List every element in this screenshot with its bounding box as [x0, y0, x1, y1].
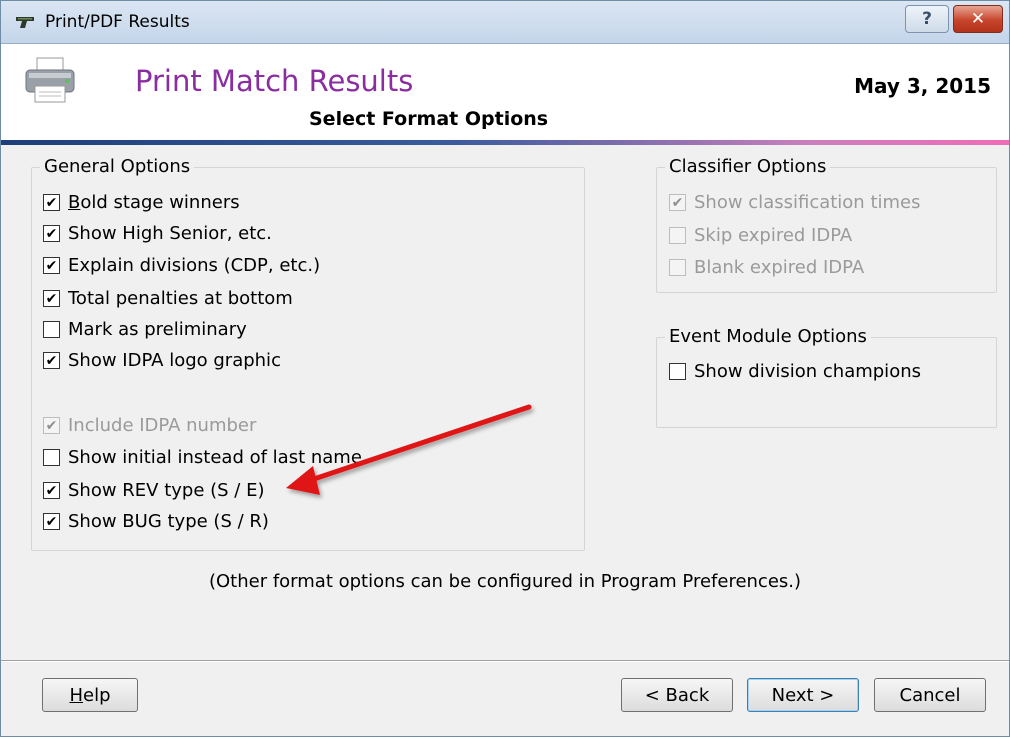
cancel-button[interactable]: Cancel [874, 678, 986, 712]
mark-preliminary-label: Mark as preliminary [68, 319, 247, 340]
page-subtitle: Select Format Options [309, 108, 549, 130]
wizard-header: Print Match Results Select Format Option… [1, 44, 1009, 142]
option-show-high-senior[interactable]: ✔ Show High Senior, etc. [43, 223, 272, 244]
option-include-idpa-number: ✔ Include IDPA number [43, 415, 256, 436]
footer-separator [1, 660, 1009, 662]
option-blank-expired-idpa: Blank expired IDPA [669, 257, 864, 278]
show-idpa-logo-label: Show IDPA logo graphic [68, 350, 281, 371]
option-explain-divisions[interactable]: ✔ Explain divisions (CDP, etc.) [43, 255, 320, 276]
skip-expired-idpa-label: Skip expired IDPA [694, 225, 853, 246]
show-initial-label: Show initial instead of last name [68, 447, 362, 468]
show-classification-times-label: Show classification times [694, 192, 921, 213]
window-title: Print/PDF Results [45, 12, 190, 32]
option-bold-stage-winners[interactable]: ✔ Bold stage winners [43, 192, 240, 213]
total-penalties-label: Total penalties at bottom [68, 288, 293, 309]
print-results-dialog: Print/PDF Results ? ✕ Print Match Result… [0, 0, 1010, 737]
option-mark-preliminary[interactable]: Mark as preliminary [43, 319, 247, 340]
option-show-bug-type[interactable]: ✔ Show BUG type (S / R) [43, 511, 269, 532]
preferences-note: (Other format options can be configured … [208, 571, 802, 592]
option-show-initial[interactable]: Show initial instead of last name [43, 447, 362, 468]
explain-divisions-checkbox[interactable]: ✔ [43, 257, 60, 274]
option-skip-expired-idpa: Skip expired IDPA [669, 225, 852, 246]
header-date: May 3, 2015 [854, 74, 991, 98]
classifier-options-legend: Classifier Options [665, 156, 831, 177]
event-module-options-group: Event Module Options [656, 326, 997, 428]
mark-preliminary-checkbox[interactable] [43, 321, 60, 338]
event-module-options-legend: Event Module Options [665, 326, 871, 347]
option-show-idpa-logo[interactable]: ✔ Show IDPA logo graphic [43, 350, 281, 371]
show-idpa-logo-checkbox[interactable]: ✔ [43, 352, 60, 369]
show-rev-type-label: Show REV type (S / E) [68, 480, 265, 501]
option-total-penalties[interactable]: ✔ Total penalties at bottom [43, 288, 293, 309]
pistol-icon [16, 17, 34, 28]
bold-stage-winners-label: Bold stage winners [68, 192, 240, 213]
show-classification-times-checkbox: ✔ [669, 194, 686, 211]
back-button[interactable]: < Back [621, 678, 733, 712]
help-button[interactable]: Help [42, 678, 138, 712]
bold-stage-winners-checkbox[interactable]: ✔ [43, 194, 60, 211]
blank-expired-idpa-checkbox [669, 259, 686, 276]
show-rev-type-checkbox[interactable]: ✔ [43, 482, 60, 499]
show-division-champions-label: Show division champions [694, 361, 921, 382]
option-show-rev-type[interactable]: ✔ Show REV type (S / E) [43, 480, 265, 501]
include-idpa-number-label: Include IDPA number [68, 415, 257, 436]
show-high-senior-label: Show High Senior, etc. [68, 223, 272, 244]
skip-expired-idpa-checkbox [669, 227, 686, 244]
show-bug-type-checkbox[interactable]: ✔ [43, 513, 60, 530]
printer-icon [25, 57, 75, 103]
total-penalties-checkbox[interactable]: ✔ [43, 290, 60, 307]
header-accent-bar [1, 140, 1009, 145]
explain-divisions-label: Explain divisions (CDP, etc.) [68, 255, 321, 276]
title-help-button[interactable]: ? [905, 5, 949, 33]
show-high-senior-checkbox[interactable]: ✔ [43, 225, 60, 242]
page-title: Print Match Results [135, 64, 414, 98]
blank-expired-idpa-label: Blank expired IDPA [694, 257, 865, 278]
general-options-legend: General Options [40, 156, 195, 177]
show-division-champions-checkbox[interactable] [669, 363, 686, 380]
show-bug-type-label: Show BUG type (S / R) [68, 511, 269, 532]
option-show-classification-times: ✔ Show classification times [669, 192, 921, 213]
next-button[interactable]: Next > [747, 678, 859, 712]
show-initial-checkbox[interactable] [43, 449, 60, 466]
title-bar: Print/PDF Results ? ✕ [1, 1, 1009, 44]
close-button[interactable]: ✕ [953, 5, 1003, 33]
include-idpa-number-checkbox: ✔ [43, 417, 60, 434]
option-show-division-champions[interactable]: Show division champions [669, 361, 921, 382]
